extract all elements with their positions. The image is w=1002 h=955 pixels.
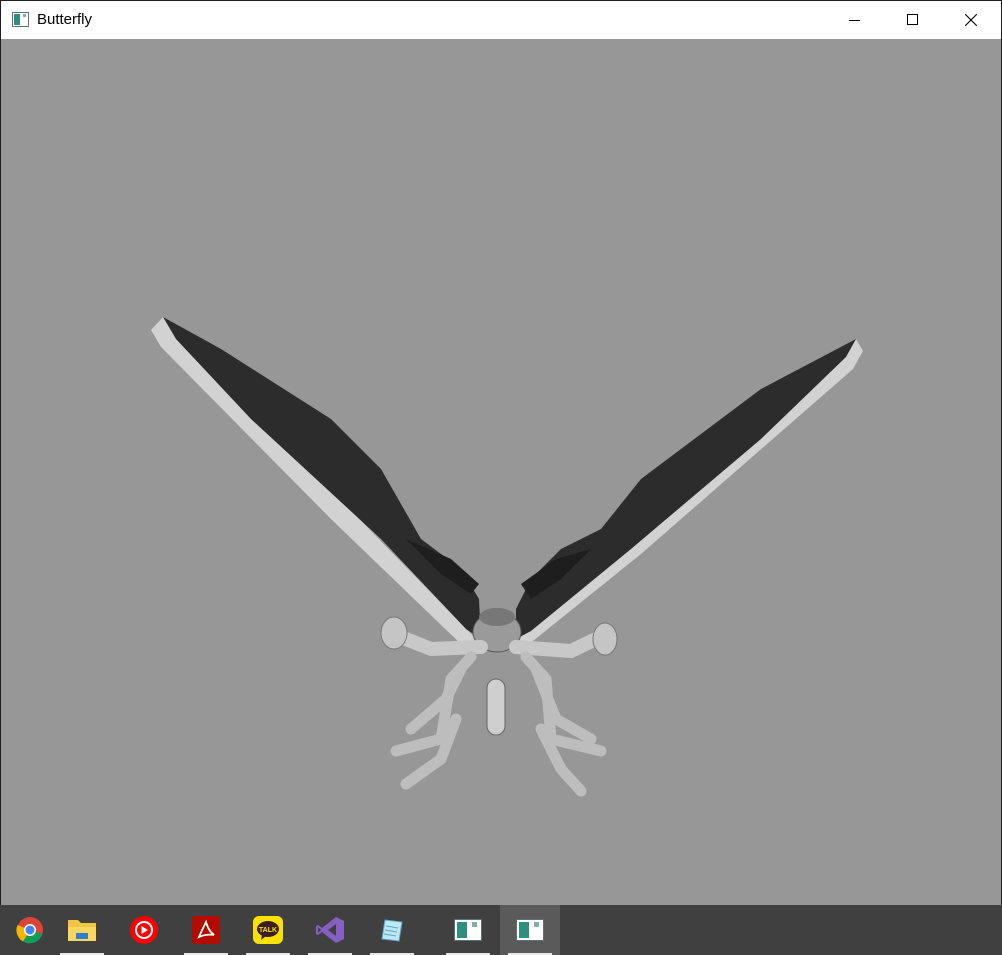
taskbar-chrome[interactable]	[0, 905, 60, 955]
taskbar-file-explorer[interactable]	[52, 905, 112, 955]
render-viewport[interactable]	[1, 39, 1001, 906]
maximize-icon	[907, 14, 918, 25]
acrobat-reader-icon	[192, 916, 220, 944]
file-explorer-icon	[68, 920, 96, 941]
taskbar-acrobat[interactable]	[176, 905, 236, 955]
taskbar-app-window[interactable]	[438, 905, 498, 955]
right-wing	[511, 339, 863, 649]
minimize-button[interactable]	[826, 1, 884, 39]
body	[472, 608, 522, 736]
kakaotalk-label: TALK	[259, 927, 277, 934]
chrome-icon	[16, 917, 43, 944]
close-icon	[965, 14, 977, 26]
title-bar[interactable]: Butterfly	[1, 1, 1001, 39]
minimize-icon	[849, 20, 860, 21]
app-window-icon	[516, 919, 544, 941]
visual-studio-icon	[316, 917, 344, 943]
taskbar-app-window-active[interactable]	[500, 905, 560, 955]
app-window: Butterfly	[0, 0, 1002, 907]
taskbar: TALK	[0, 905, 1002, 955]
youtube-music-icon	[130, 916, 158, 944]
kakaotalk-icon: TALK	[253, 916, 283, 944]
close-button[interactable]	[942, 1, 1000, 39]
app-window-icon	[454, 919, 482, 941]
left-wing	[151, 317, 481, 649]
taskbar-youtube-music[interactable]	[114, 905, 174, 955]
taskbar-notepad[interactable]	[362, 905, 422, 955]
maximize-button[interactable]	[884, 1, 942, 39]
taskbar-visual-studio[interactable]	[300, 905, 360, 955]
taskbar-kakaotalk[interactable]: TALK	[238, 905, 298, 955]
butterfly-model	[151, 317, 863, 797]
app-icon	[12, 12, 29, 27]
window-title: Butterfly	[37, 11, 93, 28]
notepad-icon	[381, 919, 403, 942]
